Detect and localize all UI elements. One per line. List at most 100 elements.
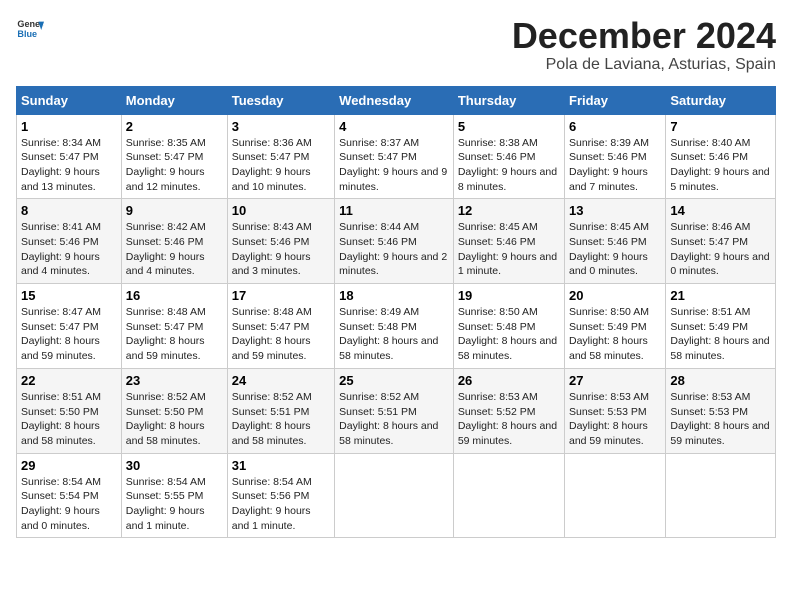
day-info: Sunrise: 8:36 AMSunset: 5:47 PMDaylight:… [232, 136, 330, 195]
calendar-cell: 7 Sunrise: 8:40 AMSunset: 5:46 PMDaylight… [666, 114, 776, 199]
day-info: Sunrise: 8:41 AMSunset: 5:46 PMDaylight:… [21, 220, 117, 279]
day-of-week-header: Monday [121, 86, 227, 114]
calendar-cell: 3 Sunrise: 8:36 AMSunset: 5:47 PMDaylight… [227, 114, 334, 199]
day-info: Sunrise: 8:49 AMSunset: 5:48 PMDaylight:… [339, 305, 449, 364]
day-number: 8 [21, 203, 117, 218]
day-number: 30 [126, 458, 223, 473]
calendar-week-row: 29 Sunrise: 8:54 AMSunset: 5:54 PMDayligh… [17, 453, 776, 538]
day-info: Sunrise: 8:48 AMSunset: 5:47 PMDaylight:… [232, 305, 330, 364]
logo-icon: General Blue [16, 16, 44, 44]
calendar-cell: 14 Sunrise: 8:46 AMSunset: 5:47 PMDayligh… [666, 199, 776, 284]
day-info: Sunrise: 8:53 AMSunset: 5:53 PMDaylight:… [569, 390, 661, 449]
calendar-cell: 24 Sunrise: 8:52 AMSunset: 5:51 PMDayligh… [227, 368, 334, 453]
day-info: Sunrise: 8:50 AMSunset: 5:49 PMDaylight:… [569, 305, 661, 364]
logo: General Blue [16, 16, 44, 44]
calendar-cell: 18Sunrise: 8:49 AMSunset: 5:48 PMDayligh… [335, 284, 454, 369]
calendar-cell: 25Sunrise: 8:52 AMSunset: 5:51 PMDayligh… [335, 368, 454, 453]
day-number: 9 [126, 203, 223, 218]
day-number: 22 [21, 373, 117, 388]
day-number: 11 [339, 203, 449, 218]
day-info: Sunrise: 8:47 AMSunset: 5:47 PMDaylight:… [21, 305, 117, 364]
calendar-cell: 15 Sunrise: 8:47 AMSunset: 5:47 PMDayligh… [17, 284, 122, 369]
day-info: Sunrise: 8:54 AMSunset: 5:55 PMDaylight:… [126, 475, 223, 534]
day-number: 13 [569, 203, 661, 218]
day-of-week-header: Thursday [453, 86, 564, 114]
calendar-header-row: SundayMondayTuesdayWednesdayThursdayFrid… [17, 86, 776, 114]
calendar-cell: 10 Sunrise: 8:43 AMSunset: 5:46 PMDayligh… [227, 199, 334, 284]
day-info: Sunrise: 8:39 AMSunset: 5:46 PMDaylight:… [569, 136, 661, 195]
day-info: Sunrise: 8:42 AMSunset: 5:46 PMDaylight:… [126, 220, 223, 279]
day-number: 4 [339, 119, 449, 134]
calendar-cell: 6 Sunrise: 8:39 AMSunset: 5:46 PMDaylight… [565, 114, 666, 199]
calendar-week-row: 1 Sunrise: 8:34 AMSunset: 5:47 PMDaylight… [17, 114, 776, 199]
day-number: 10 [232, 203, 330, 218]
day-info: Sunrise: 8:37 AMSunset: 5:47 PMDaylight:… [339, 136, 449, 195]
day-number: 23 [126, 373, 223, 388]
calendar-cell: 19 Sunrise: 8:50 AMSunset: 5:48 PMDayligh… [453, 284, 564, 369]
day-info: Sunrise: 8:44 AMSunset: 5:46 PMDaylight:… [339, 220, 449, 279]
day-number: 19 [458, 288, 560, 303]
calendar-cell: 5 Sunrise: 8:38 AMSunset: 5:46 PMDaylight… [453, 114, 564, 199]
calendar-cell: 22 Sunrise: 8:51 AMSunset: 5:50 PMDayligh… [17, 368, 122, 453]
calendar-cell: 4 Sunrise: 8:37 AMSunset: 5:47 PMDaylight… [335, 114, 454, 199]
day-number: 26 [458, 373, 560, 388]
calendar-cell: 1 Sunrise: 8:34 AMSunset: 5:47 PMDaylight… [17, 114, 122, 199]
day-number: 3 [232, 119, 330, 134]
day-number: 1 [21, 119, 117, 134]
day-info: Sunrise: 8:46 AMSunset: 5:47 PMDaylight:… [670, 220, 771, 279]
day-number: 7 [670, 119, 771, 134]
day-info: Sunrise: 8:54 AMSunset: 5:54 PMDaylight:… [21, 475, 117, 534]
calendar-week-row: 22 Sunrise: 8:51 AMSunset: 5:50 PMDayligh… [17, 368, 776, 453]
calendar-cell [666, 453, 776, 538]
day-info: Sunrise: 8:45 AMSunset: 5:46 PMDaylight:… [569, 220, 661, 279]
calendar-cell: 17 Sunrise: 8:48 AMSunset: 5:47 PMDayligh… [227, 284, 334, 369]
day-number: 16 [126, 288, 223, 303]
day-number: 25 [339, 373, 449, 388]
day-of-week-header: Friday [565, 86, 666, 114]
calendar-cell: 2Sunrise: 8:35 AMSunset: 5:47 PMDaylight… [121, 114, 227, 199]
day-info: Sunrise: 8:43 AMSunset: 5:46 PMDaylight:… [232, 220, 330, 279]
calendar-cell: 23Sunrise: 8:52 AMSunset: 5:50 PMDayligh… [121, 368, 227, 453]
day-of-week-header: Wednesday [335, 86, 454, 114]
day-number: 24 [232, 373, 330, 388]
day-number: 15 [21, 288, 117, 303]
day-info: Sunrise: 8:40 AMSunset: 5:46 PMDaylight:… [670, 136, 771, 195]
day-number: 12 [458, 203, 560, 218]
calendar-cell: 16Sunrise: 8:48 AMSunset: 5:47 PMDayligh… [121, 284, 227, 369]
day-info: Sunrise: 8:50 AMSunset: 5:48 PMDaylight:… [458, 305, 560, 364]
calendar-table: SundayMondayTuesdayWednesdayThursdayFrid… [16, 86, 776, 539]
calendar-cell: 29 Sunrise: 8:54 AMSunset: 5:54 PMDayligh… [17, 453, 122, 538]
day-info: Sunrise: 8:53 AMSunset: 5:52 PMDaylight:… [458, 390, 560, 449]
day-info: Sunrise: 8:45 AMSunset: 5:46 PMDaylight:… [458, 220, 560, 279]
calendar-cell [335, 453, 454, 538]
calendar-cell: 31 Sunrise: 8:54 AMSunset: 5:56 PMDayligh… [227, 453, 334, 538]
calendar-week-row: 15 Sunrise: 8:47 AMSunset: 5:47 PMDayligh… [17, 284, 776, 369]
calendar-week-row: 8 Sunrise: 8:41 AMSunset: 5:46 PMDaylight… [17, 199, 776, 284]
day-number: 27 [569, 373, 661, 388]
calendar-cell: 28Sunrise: 8:53 AMSunset: 5:53 PMDayligh… [666, 368, 776, 453]
calendar-cell [565, 453, 666, 538]
day-number: 5 [458, 119, 560, 134]
page-header: General Blue December 2024 Pola de Lavia… [16, 16, 776, 74]
day-info: Sunrise: 8:38 AMSunset: 5:46 PMDaylight:… [458, 136, 560, 195]
day-number: 29 [21, 458, 117, 473]
calendar-cell: 30 Sunrise: 8:54 AMSunset: 5:55 PMDayligh… [121, 453, 227, 538]
calendar-cell: 21Sunrise: 8:51 AMSunset: 5:49 PMDayligh… [666, 284, 776, 369]
location: Pola de Laviana, Asturias, Spain [512, 56, 776, 74]
month-title: December 2024 [512, 16, 776, 56]
day-of-week-header: Sunday [17, 86, 122, 114]
day-info: Sunrise: 8:54 AMSunset: 5:56 PMDaylight:… [232, 475, 330, 534]
day-info: Sunrise: 8:51 AMSunset: 5:50 PMDaylight:… [21, 390, 117, 449]
day-number: 20 [569, 288, 661, 303]
day-info: Sunrise: 8:34 AMSunset: 5:47 PMDaylight:… [21, 136, 117, 195]
day-number: 31 [232, 458, 330, 473]
day-info: Sunrise: 8:53 AMSunset: 5:53 PMDaylight:… [670, 390, 771, 449]
calendar-cell: 9 Sunrise: 8:42 AMSunset: 5:46 PMDaylight… [121, 199, 227, 284]
day-number: 14 [670, 203, 771, 218]
day-info: Sunrise: 8:35 AMSunset: 5:47 PMDaylight:… [126, 136, 223, 195]
day-info: Sunrise: 8:52 AMSunset: 5:51 PMDaylight:… [232, 390, 330, 449]
day-number: 17 [232, 288, 330, 303]
day-number: 21 [670, 288, 771, 303]
calendar-cell [453, 453, 564, 538]
day-number: 6 [569, 119, 661, 134]
